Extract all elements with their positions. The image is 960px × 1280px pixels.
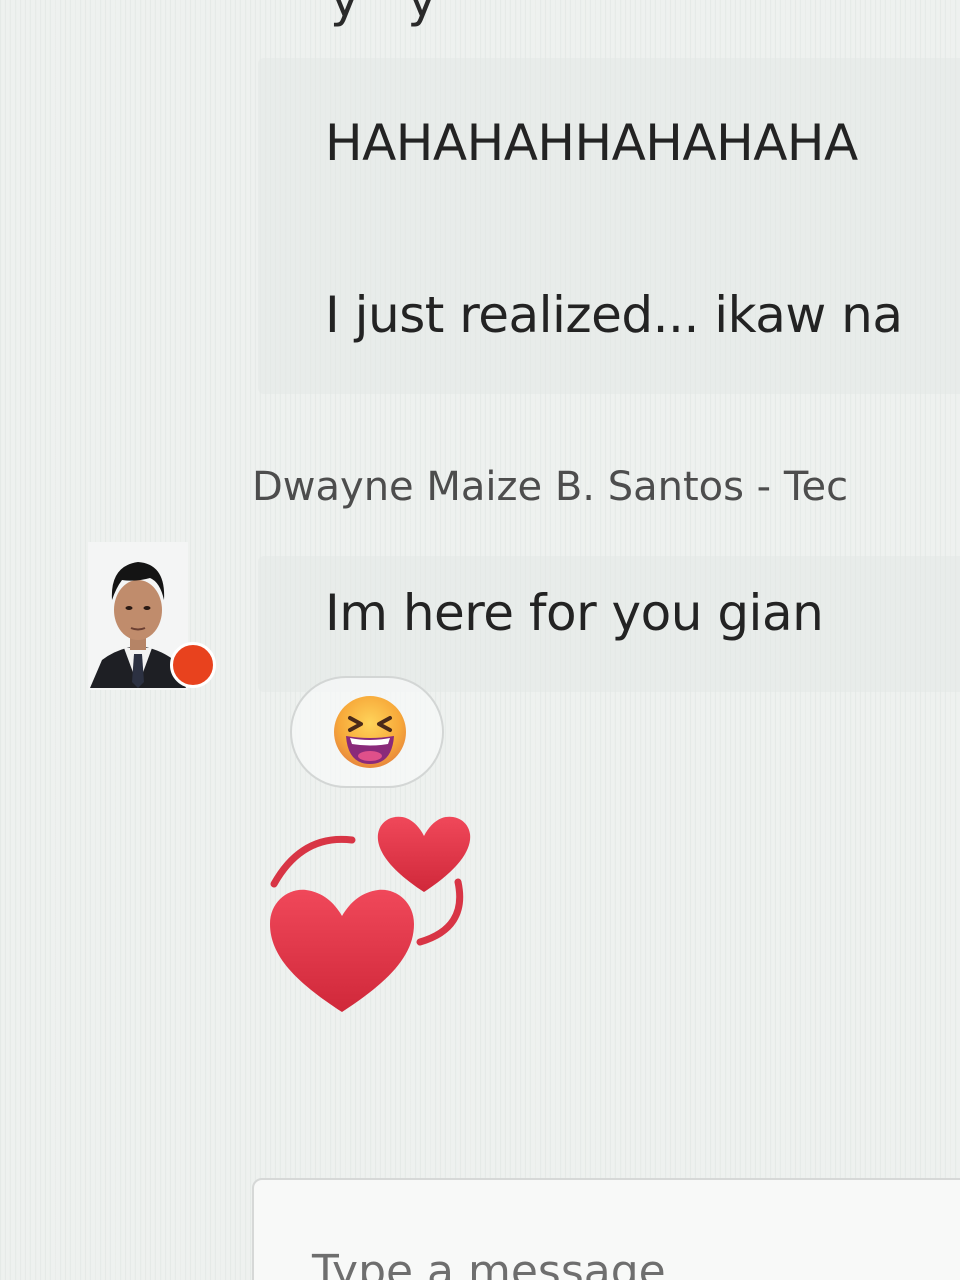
message-text: Im here for you gian xyxy=(325,584,824,642)
message-text: I just realized... ikaw na xyxy=(325,286,903,344)
reaction-pill[interactable] xyxy=(290,676,444,788)
grinning-squinting-face-icon xyxy=(334,696,406,768)
compose-placeholder: Type a message xyxy=(312,1246,666,1280)
message-text: HAHAHAHHAHAHAHA xyxy=(325,114,858,172)
sender-name[interactable]: Dwayne Maize B. Santos - Tec xyxy=(252,464,848,510)
presence-status-icon xyxy=(170,642,216,688)
previous-message-fragment: y y xyxy=(330,0,437,28)
message-compose-box[interactable]: Type a message xyxy=(252,1178,960,1280)
two-hearts-icon[interactable] xyxy=(262,808,482,1018)
